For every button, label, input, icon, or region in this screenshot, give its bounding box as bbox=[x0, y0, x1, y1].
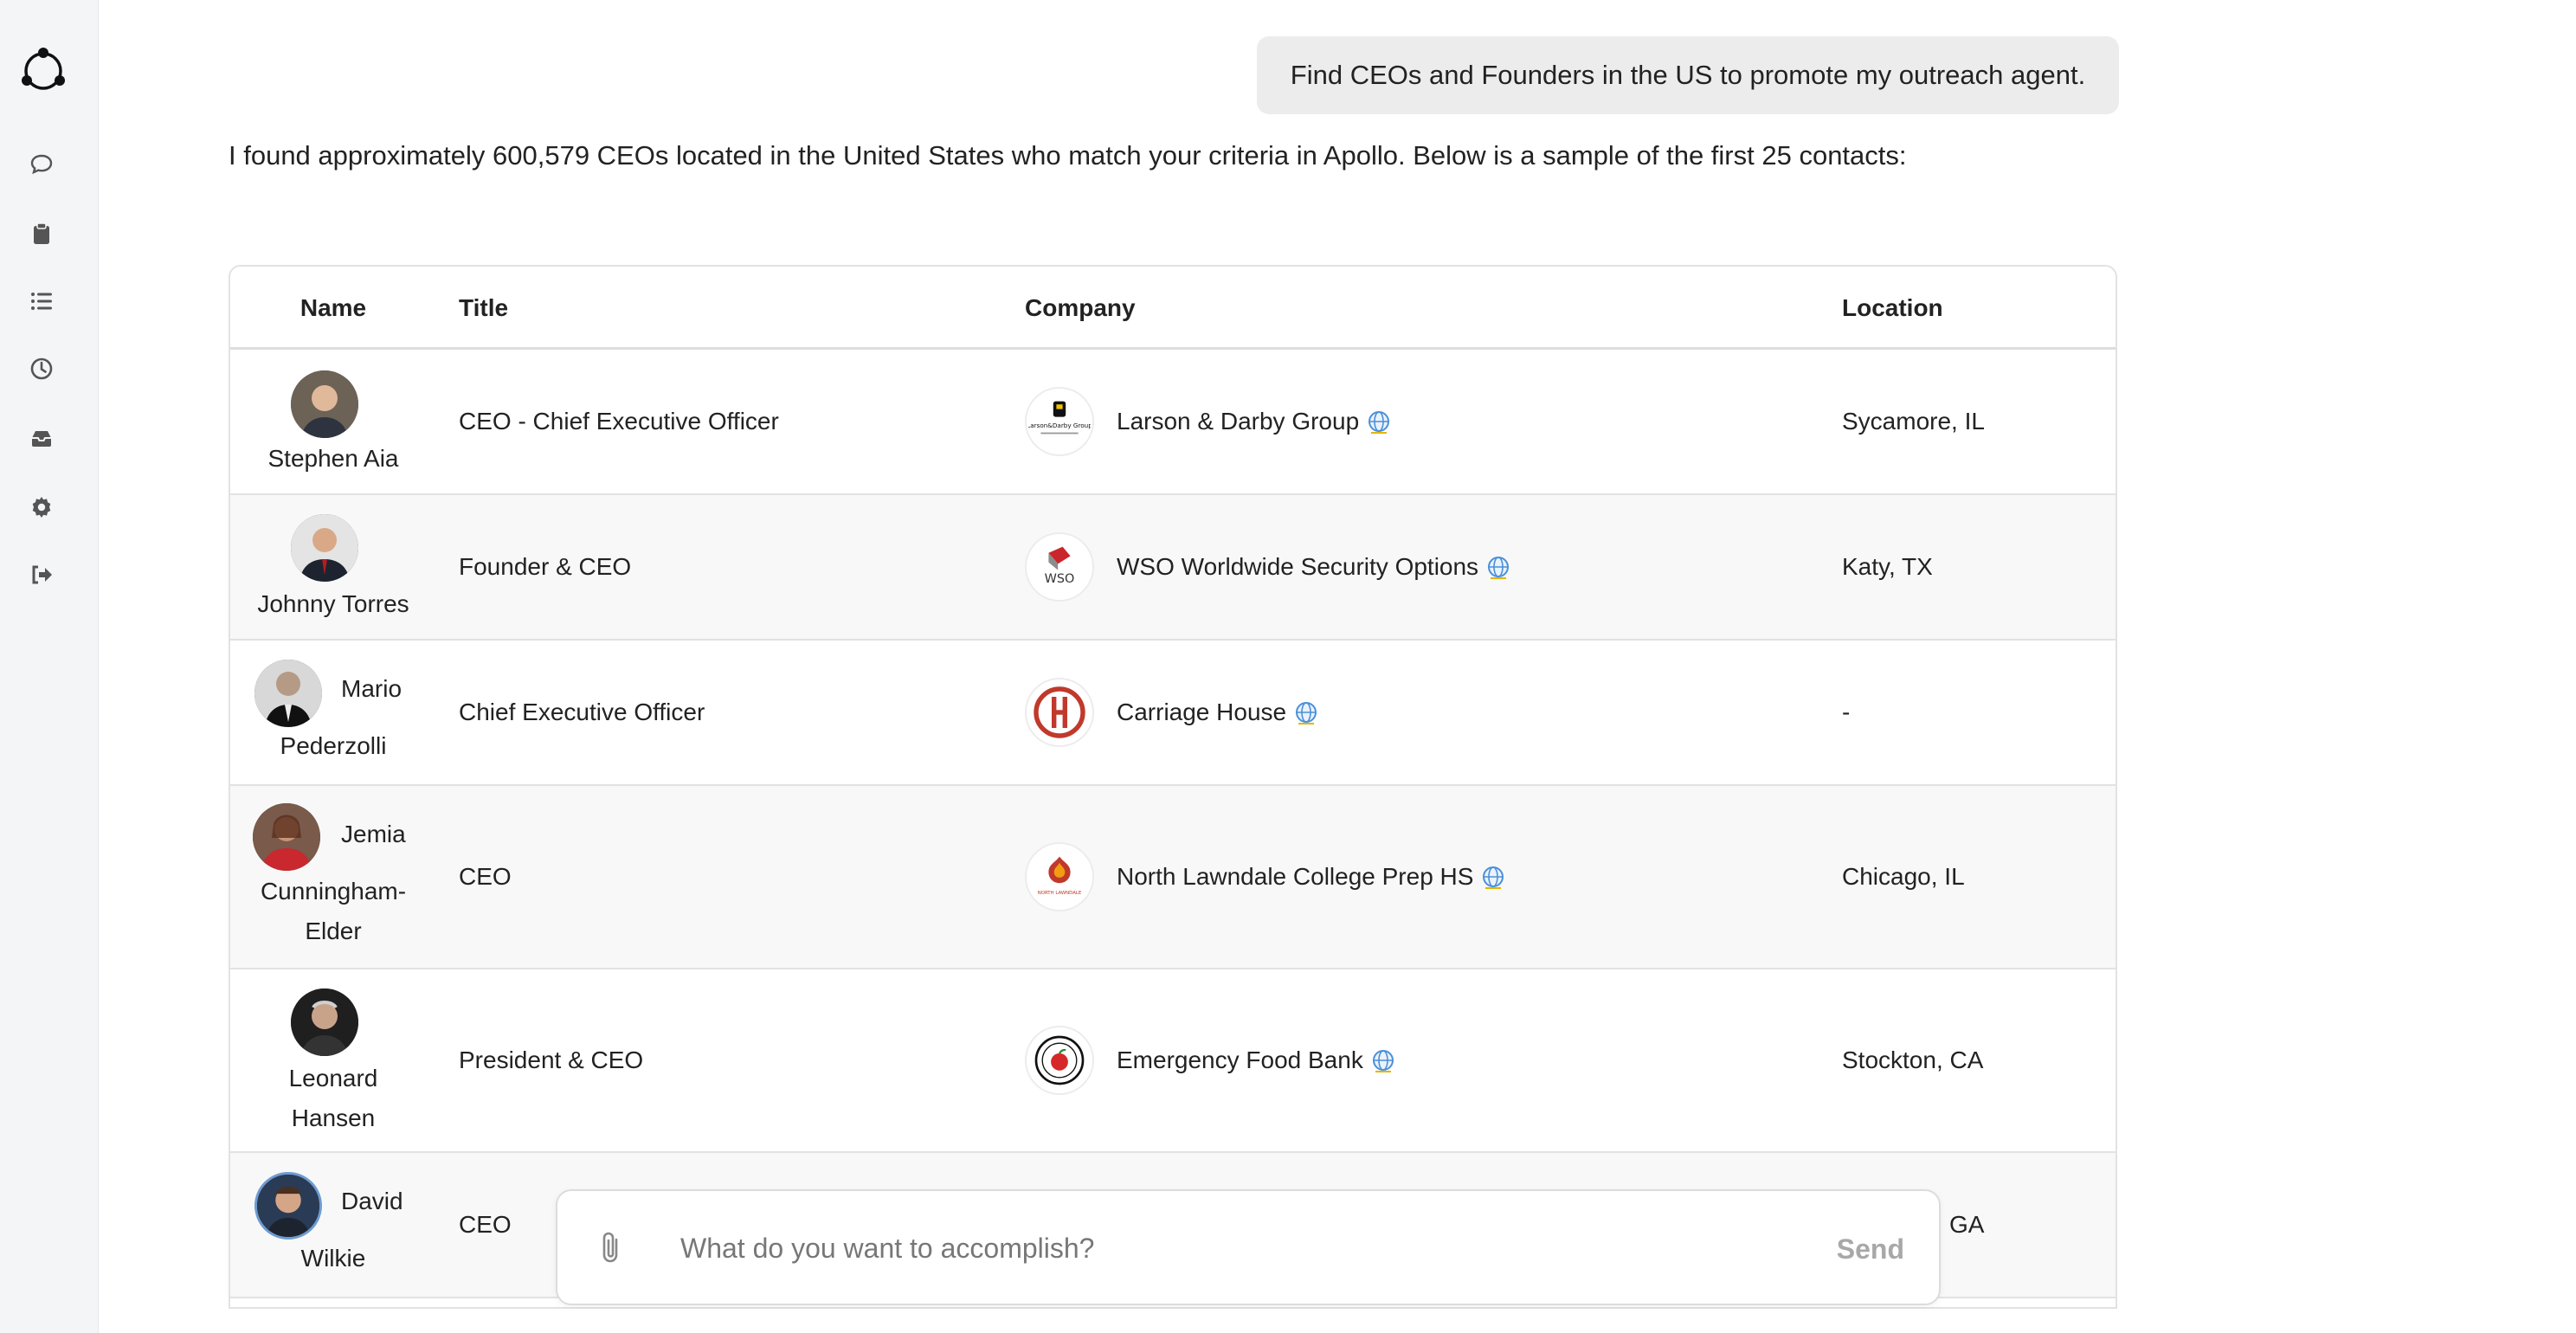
globe-icon[interactable] bbox=[1485, 554, 1511, 580]
sidebar bbox=[0, 0, 99, 1333]
avatar bbox=[291, 370, 358, 438]
company-name-link[interactable]: Larson & Darby Group bbox=[1117, 408, 1359, 435]
contact-name-first: Jemia bbox=[341, 821, 406, 847]
app-logo-icon[interactable] bbox=[17, 43, 69, 95]
title-cell: President & CEO bbox=[459, 1046, 644, 1073]
name-cell: Johnny Torres bbox=[230, 495, 436, 639]
paperclip-icon[interactable] bbox=[592, 1229, 632, 1269]
location-cell: Katy, TX bbox=[1842, 553, 1933, 580]
globe-icon[interactable] bbox=[1366, 409, 1392, 435]
svg-text:WSO: WSO bbox=[1045, 572, 1075, 586]
company-logo: WSO bbox=[1025, 532, 1094, 602]
table-row[interactable]: Jemia Cunningham- Elder CEO NORTH LAWNDA… bbox=[230, 786, 2116, 969]
location-cell: Sycamore, IL bbox=[1842, 408, 1985, 435]
column-header-company[interactable]: Company bbox=[1025, 267, 1136, 350]
title-cell: CEO bbox=[459, 863, 512, 890]
title-cell: CEO bbox=[459, 1211, 512, 1238]
globe-icon[interactable] bbox=[1370, 1047, 1396, 1073]
company-name-link[interactable]: WSO Worldwide Security Options bbox=[1117, 553, 1478, 581]
clipboard-icon[interactable] bbox=[24, 216, 59, 251]
column-header-title[interactable]: Title bbox=[459, 267, 508, 350]
user-message-text: Find CEOs and Founders in the US to prom… bbox=[1290, 60, 2086, 90]
column-header-name[interactable]: Name bbox=[230, 267, 436, 350]
contacts-table: Name Title Company Location Stephen Aia … bbox=[229, 265, 2117, 1309]
name-cell: Mario Pederzolli bbox=[230, 641, 436, 784]
contact-name-first: David bbox=[341, 1188, 403, 1214]
avatar bbox=[254, 1172, 322, 1240]
send-button[interactable]: Send bbox=[1837, 1220, 1904, 1278]
inbox-icon[interactable] bbox=[24, 421, 59, 455]
message-input[interactable] bbox=[680, 1217, 1771, 1279]
avatar bbox=[291, 988, 358, 1056]
avatar bbox=[291, 514, 358, 582]
company-cell: Carriage House bbox=[1025, 641, 1319, 784]
globe-icon[interactable] bbox=[1480, 864, 1506, 890]
user-message-bubble: Find CEOs and Founders in the US to prom… bbox=[1257, 36, 2119, 114]
app-window: Find CEOs and Founders in the US to prom… bbox=[0, 0, 2576, 1333]
table-header-row: Name Title Company Location bbox=[230, 267, 2116, 350]
column-header-location[interactable]: Location bbox=[1842, 267, 1943, 350]
name-cell: Stephen Aia bbox=[230, 350, 436, 493]
list-icon[interactable] bbox=[24, 284, 59, 319]
location-cell: GA bbox=[1949, 1211, 1985, 1238]
table-row[interactable]: Johnny Torres Founder & CEO WSO WSO Worl… bbox=[230, 495, 2116, 641]
company-name-link[interactable]: Carriage House bbox=[1117, 699, 1286, 726]
contact-name-middle: Cunningham- bbox=[260, 878, 407, 905]
contact-name: Johnny Torres bbox=[257, 590, 409, 617]
title-cell: CEO - Chief Executive Officer bbox=[459, 408, 779, 435]
company-logo: NORTH LAWNDALE bbox=[1025, 842, 1094, 911]
table-row[interactable]: Mario Pederzolli Chief Executive Officer… bbox=[230, 641, 2116, 786]
message-composer: Send bbox=[556, 1189, 1941, 1305]
avatar bbox=[253, 803, 320, 871]
sign-out-icon[interactable] bbox=[24, 557, 59, 592]
table-row[interactable]: Stephen Aia CEO - Chief Executive Office… bbox=[230, 350, 2116, 495]
company-logo bbox=[1025, 1026, 1094, 1095]
company-cell: NORTH LAWNDALE North Lawndale College Pr… bbox=[1025, 786, 1506, 968]
assistant-message-text: I found approximately 600,579 CEOs locat… bbox=[229, 140, 1907, 171]
company-logo bbox=[1025, 678, 1094, 747]
company-cell: Emergency Food Bank bbox=[1025, 969, 1396, 1151]
contact-name-first: Leonard bbox=[288, 1065, 378, 1092]
globe-icon[interactable] bbox=[1293, 699, 1319, 725]
title-cell: Founder & CEO bbox=[459, 553, 632, 580]
gear-icon[interactable] bbox=[24, 490, 59, 525]
contact-name-last: Pederzolli bbox=[280, 732, 387, 759]
company-cell: Larson&Darby Group Larson & Darby Group bbox=[1025, 350, 1392, 493]
name-cell: Jemia Cunningham- Elder bbox=[230, 786, 436, 968]
title-cell: Chief Executive Officer bbox=[459, 699, 705, 725]
contact-name-last: Elder bbox=[305, 918, 362, 944]
company-cell: WSO WSO Worldwide Security Options bbox=[1025, 495, 1511, 639]
svg-text:Larson&Darby Group: Larson&Darby Group bbox=[1028, 422, 1091, 429]
company-name-link[interactable]: North Lawndale College Prep HS bbox=[1117, 863, 1473, 891]
svg-text:NORTH LAWNDALE: NORTH LAWNDALE bbox=[1038, 891, 1082, 896]
contact-name-first: Mario bbox=[341, 675, 402, 702]
clock-icon[interactable] bbox=[24, 351, 59, 386]
chat-area: Find CEOs and Founders in the US to prom… bbox=[99, 0, 2576, 1333]
avatar bbox=[254, 660, 322, 727]
company-name-link[interactable]: Emergency Food Bank bbox=[1117, 1046, 1363, 1074]
location-cell: Chicago, IL bbox=[1842, 863, 1965, 890]
location-cell: Stockton, CA bbox=[1842, 1046, 1984, 1073]
table-row[interactable]: Leonard Hansen President & CEO Emergency… bbox=[230, 969, 2116, 1153]
company-logo: Larson&Darby Group bbox=[1025, 387, 1094, 456]
name-cell: Leonard Hansen bbox=[230, 969, 436, 1151]
name-cell: David Wilkie bbox=[230, 1153, 436, 1297]
contact-name-last: Wilkie bbox=[300, 1245, 366, 1272]
contact-name-last: Hansen bbox=[291, 1104, 376, 1131]
location-cell: - bbox=[1842, 699, 1851, 725]
contact-name: Stephen Aia bbox=[267, 445, 399, 472]
chat-icon[interactable] bbox=[24, 147, 59, 182]
